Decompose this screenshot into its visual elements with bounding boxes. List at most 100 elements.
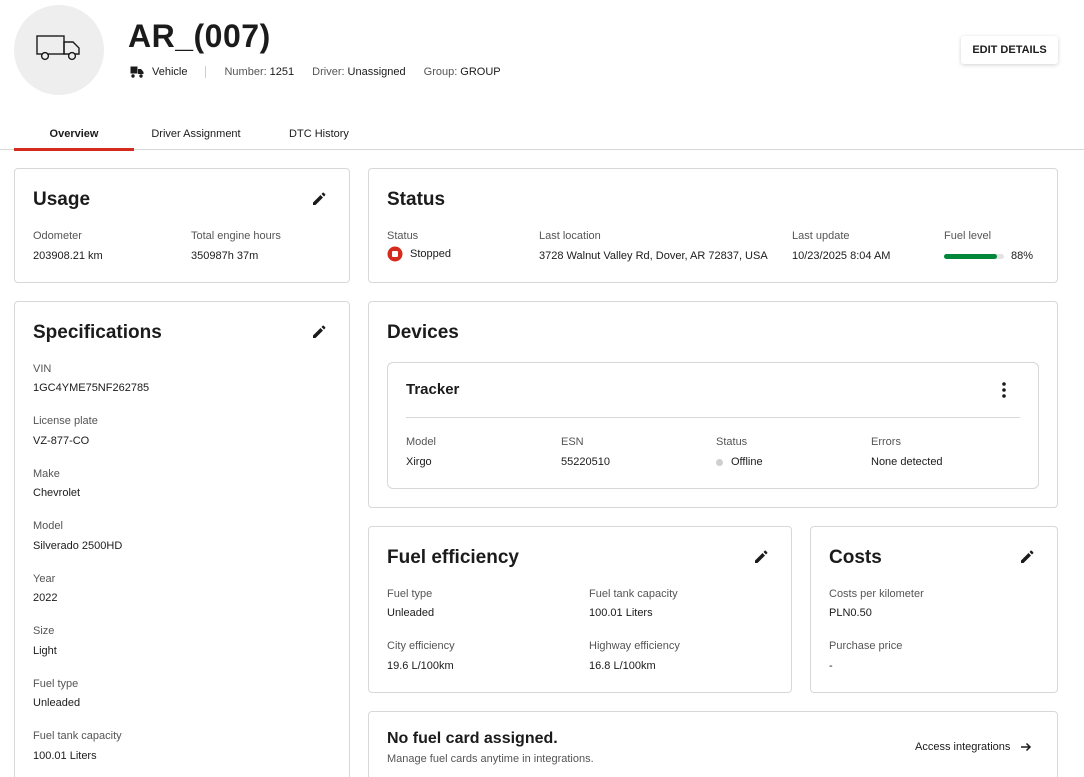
vehicle-group: Group: GROUP [424,66,501,78]
fuel-level-fill [944,254,997,259]
fuel-level-value: 88% [1011,250,1034,262]
odometer-label: Odometer [33,230,82,242]
fuel-type-label: Fuel type [33,678,79,690]
fuel-card-title: No fuel card assigned. [387,730,558,747]
truck-icon [36,34,82,67]
make-value: Chevrolet [33,487,81,499]
devices-card: Devices Tracker Model Xirgo ESN 55220510… [368,301,1058,508]
vehicle-driver: Driver: Unassigned [312,66,405,78]
vin-value: 1GC4YME75NF262785 [33,382,150,394]
tab-bar: Overview Driver Assignment DTC History [0,117,1084,151]
tab-dtc-history[interactable]: DTC History [270,117,368,150]
tracker-errors-value: None detected [871,456,943,468]
last-location-label: Last location [539,230,601,242]
driver-label: Driver: [312,66,345,78]
group-value: GROUP [460,66,501,78]
tracker-status-value: Offline [716,456,763,468]
fuel-tank-capacity-value: 100.01 Liters [33,750,97,762]
size-value: Light [33,645,57,657]
tracker-esn-value: 55220510 [561,456,610,468]
vehicle-header: AR_(007) Vehicle Number: 1251 Driver: Unas… [0,0,1084,110]
tracker-model-label: Model [406,436,436,448]
fuel-efficiency-card: Fuel efficiency Fuel type Unleaded Fuel … [368,526,792,693]
tracker-card: Tracker Model Xirgo ESN 55220510 Status … [387,362,1039,489]
kebab-menu-icon[interactable] [1000,381,1008,404]
status-value: Stopped [387,246,451,262]
fe-tank-value: 100.01 Liters [589,607,653,619]
offline-dot-icon [716,458,723,466]
purchase-price-label: Purchase price [829,640,903,652]
fe-tank-label: Fuel tank capacity [589,588,678,600]
license-plate-label: License plate [33,415,98,427]
status-card: Status Status Stopped Last location 3728… [368,168,1058,283]
vehicle-avatar [14,5,104,95]
vehicle-title: AR_(007) [128,18,271,54]
license-plate-value: VZ-877-CO [33,435,90,447]
number-label: Number: [224,66,267,78]
fuel-card-card: No fuel card assigned. Manage fuel cards… [368,711,1058,777]
vehicle-number: Number: 1251 [224,66,294,78]
access-integrations-label: Access integrations [915,741,1011,753]
driver-value: Unassigned [347,66,406,78]
last-location-value: 3728 Walnut Valley Rd, Dover, AR 72837, … [539,250,768,262]
vehicle-icon [130,66,144,78]
devices-title: Devices [387,322,459,343]
tab-driver-assignment[interactable]: Driver Assignment [134,117,258,150]
odometer-value: 203908.21 km [33,250,103,262]
highway-efficiency-label: Highway efficiency [589,640,680,652]
tracker-esn-label: ESN [561,436,584,448]
edit-icon[interactable] [311,191,327,207]
size-label: Size [33,625,55,637]
make-label: Make [33,468,60,480]
edit-icon[interactable] [753,549,769,565]
last-update-value: 10/23/2025 8:04 AM [792,250,891,262]
meta-divider [205,66,207,78]
highway-efficiency-value: 16.8 L/100km [589,660,656,672]
costs-card: Costs Costs per kilometer PLN0.50 Purcha… [810,526,1058,693]
year-value: 2022 [33,592,58,604]
fe-fuel-type-label: Fuel type [387,588,433,600]
city-efficiency-value: 19.6 L/100km [387,660,454,672]
specifications-title: Specifications [33,322,162,343]
fuel-level-label: Fuel level [944,230,992,242]
status-title: Status [387,189,446,210]
model-label: Model [33,520,63,532]
tracker-divider [406,417,1020,418]
usage-card: Usage Odometer 203908.21 km Total engine… [14,168,350,283]
cost-per-km-label: Costs per kilometer [829,588,924,600]
vehicle-meta: Vehicle Number: 1251 Driver: Unassigned Gr… [130,64,519,80]
usage-title: Usage [33,189,91,210]
engine-hours-label: Total engine hours [191,230,281,242]
stop-icon [387,246,403,262]
fuel-type-value: Unleaded [33,697,81,709]
tracker-status-text: Offline [731,456,763,468]
tracker-model-value: Xirgo [406,456,432,468]
edit-details-button[interactable]: EDIT DETAILS [961,36,1058,64]
city-efficiency-label: City efficiency [387,640,455,652]
fuel-efficiency-title: Fuel efficiency [387,547,519,568]
purchase-price-value: - [829,660,833,672]
tracker-errors-label: Errors [871,436,901,448]
engine-hours-value: 350987h 37m [191,250,259,262]
costs-title: Costs [829,547,882,568]
fe-fuel-type-value: Unleaded [387,607,435,619]
status-text: Stopped [410,248,451,260]
tracker-title: Tracker [406,381,460,398]
fuel-card-subtitle: Manage fuel cards anytime in integration… [387,753,594,765]
access-integrations-link[interactable]: Access integrations [915,741,1032,753]
model-value: Silverado 2500HD [33,540,123,552]
vehicle-type: Vehicle [152,66,188,78]
number-value: 1251 [269,66,295,78]
group-label: Group: [423,66,458,78]
edit-icon[interactable] [1019,549,1035,565]
fuel-tank-capacity-label: Fuel tank capacity [33,730,122,742]
specifications-card: Specifications VIN 1GC4YME75NF262785 Lic… [14,301,350,777]
tab-overview[interactable]: Overview [14,117,134,151]
last-update-label: Last update [792,230,850,242]
year-label: Year [33,573,56,585]
arrow-right-icon [1020,741,1032,753]
edit-icon[interactable] [311,324,327,340]
tracker-status-label: Status [716,436,748,448]
status-label: Status [387,230,419,242]
fuel-level-bar [944,254,1004,259]
